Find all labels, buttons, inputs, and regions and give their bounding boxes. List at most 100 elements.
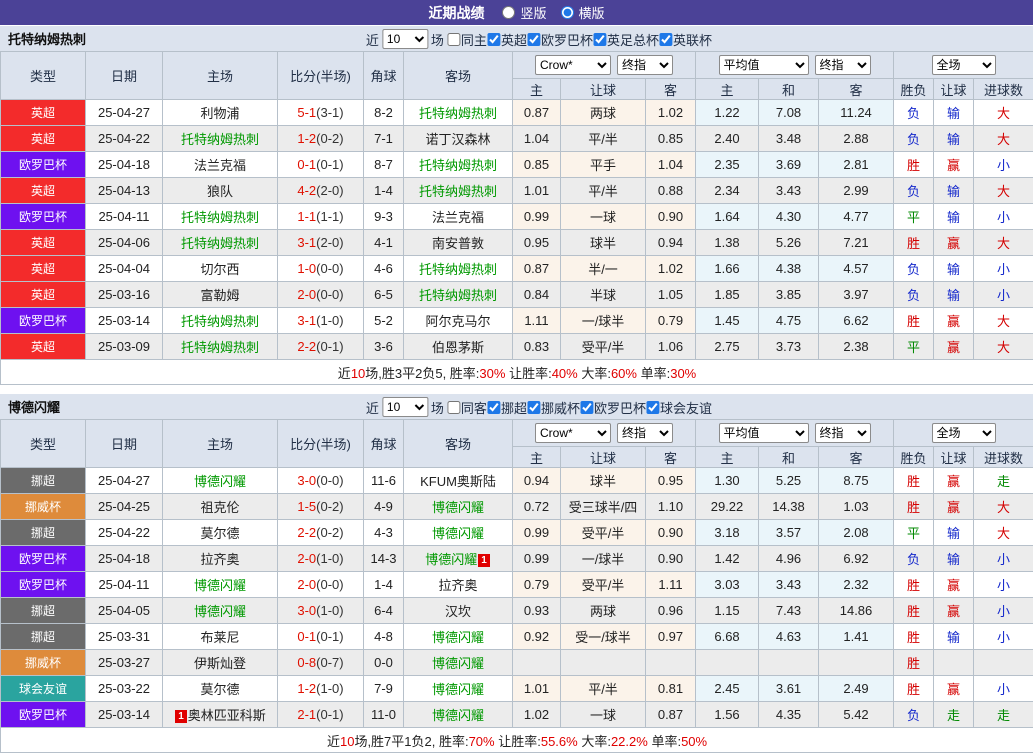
match-row: 挪超25-04-05博德闪耀3-0(1-0)6-4汉坎0.93两球0.961.1… (1, 598, 1033, 624)
corner-score: 4-3 (364, 520, 404, 546)
summary-text: 让胜率: (505, 366, 551, 381)
layout-horizontal-radio[interactable] (561, 6, 574, 19)
full-time-score: 2-0 (297, 551, 316, 566)
home-team-name: 切尔西 (200, 262, 239, 277)
match-score: 4-2(2-0) (278, 178, 364, 204)
handicap-line: 平/半 (561, 676, 646, 702)
handicap-line: 平手 (561, 152, 646, 178)
full-time-score: 2-0 (297, 287, 316, 302)
home-team-name: 利物浦 (200, 106, 239, 121)
handicap-home-odds: 0.92 (513, 624, 561, 650)
match-date: 25-04-22 (86, 520, 163, 546)
league-filter-checkbox[interactable] (593, 33, 606, 46)
result-goals: 小 (974, 624, 1033, 650)
avg-away-odds: 6.92 (819, 546, 894, 572)
sub-col-header-7: 让球 (934, 447, 974, 468)
league-filter-checkbox[interactable] (659, 33, 672, 46)
handicap-line: 球半 (561, 468, 646, 494)
league-badge: 欧罗巴杯 (1, 546, 86, 572)
final-odds-select[interactable]: 终指 (617, 55, 673, 75)
col-header-away: 客场 (404, 420, 513, 468)
avg-home-odds: 6.68 (696, 624, 759, 650)
handicap-line: 受平/半 (561, 334, 646, 360)
layout-vertical-radio[interactable] (502, 6, 515, 19)
final-odds-select[interactable]: 终指 (617, 423, 673, 443)
full-match-select[interactable]: 全场 (932, 423, 996, 443)
sub-col-header-6: 胜负 (894, 447, 934, 468)
match-score: 0-8(0-7) (278, 650, 364, 676)
league-filter-checkbox[interactable] (580, 401, 593, 414)
avg-draw-odds: 4.35 (759, 702, 819, 728)
half-time-score: (0-0) (316, 261, 343, 276)
avg-draw-odds: 4.63 (759, 624, 819, 650)
result-handicap: 走 (934, 702, 974, 728)
away-team: 法兰克福 (404, 204, 513, 230)
result-outcome: 胜 (894, 308, 934, 334)
handicap-home-odds: 0.94 (513, 468, 561, 494)
same-venue-checkbox[interactable] (447, 401, 460, 414)
avg-away-odds: 14.86 (819, 598, 894, 624)
league-filter-checkbox[interactable] (646, 401, 659, 414)
same-venue-checkbox[interactable] (447, 33, 460, 46)
avg-draw-odds: 3.48 (759, 126, 819, 152)
league-filter-checkbox[interactable] (527, 401, 540, 414)
away-team: 博德闪耀1 (404, 546, 513, 572)
avg-home-odds: 1.15 (696, 598, 759, 624)
half-time-score: (0-1) (316, 707, 343, 722)
avg-home-odds: 3.18 (696, 520, 759, 546)
handicap-away-odds: 0.97 (646, 624, 696, 650)
layout-toggle: 竖版横版 (488, 3, 604, 22)
away-team: 博德闪耀 (404, 676, 513, 702)
sub-col-header-5: 客 (819, 79, 894, 100)
crow-odds-select[interactable]: Crow* (535, 55, 611, 75)
result-handicap: 赢 (934, 572, 974, 598)
filter-bar: 近10场同客挪超挪威杯欧罗巴杯球会友谊 (363, 394, 712, 420)
avg-odds-select[interactable]: 平均值 (719, 423, 809, 443)
match-count-select[interactable]: 10 (382, 397, 428, 417)
result-goals: 大 (974, 520, 1033, 546)
league-badge: 欧罗巴杯 (1, 308, 86, 334)
handicap-line: 半/一 (561, 256, 646, 282)
away-team: 汉坎 (404, 598, 513, 624)
result-outcome: 负 (894, 546, 934, 572)
handicap-away-odds: 1.02 (646, 256, 696, 282)
handicap-line: 受三球半/四 (561, 494, 646, 520)
handicap-away-odds: 0.79 (646, 308, 696, 334)
home-team-name: 托特纳姆热刺 (181, 314, 259, 329)
home-team: 利物浦 (163, 100, 278, 126)
league-filter-label: 英联杯 (673, 30, 712, 49)
league-filter-checkbox[interactable] (527, 33, 540, 46)
result-handicap: 赢 (934, 676, 974, 702)
match-row: 英超25-04-04切尔西1-0(0-0)4-6托特纳姆热刺0.87半/一1.0… (1, 256, 1033, 282)
handicap-home-odds: 0.93 (513, 598, 561, 624)
full-match-header: 全场 (894, 420, 1033, 447)
away-team-name: 拉齐奥 (438, 578, 477, 593)
league-badge: 球会友谊 (1, 676, 86, 702)
home-team: 托特纳姆热刺 (163, 204, 278, 230)
avg-final-select[interactable]: 终指 (815, 55, 871, 75)
half-time-score: (2-0) (316, 183, 343, 198)
handicap-home-odds: 0.83 (513, 334, 561, 360)
result-outcome: 平 (894, 334, 934, 360)
result-handicap: 赢 (934, 152, 974, 178)
away-team: 托特纳姆热刺 (404, 152, 513, 178)
match-count-select[interactable]: 10 (382, 29, 428, 49)
avg-home-odds: 1.42 (696, 546, 759, 572)
full-match-select[interactable]: 全场 (932, 55, 996, 75)
match-date: 25-04-05 (86, 598, 163, 624)
avg-home-odds: 1.45 (696, 308, 759, 334)
half-time-score: (0-1) (316, 629, 343, 644)
crow-odds-select[interactable]: Crow* (535, 423, 611, 443)
near-label: 近 (366, 398, 379, 417)
match-score: 2-1(0-1) (278, 702, 364, 728)
handicap-line: 两球 (561, 598, 646, 624)
avg-odds-select[interactable]: 平均值 (719, 55, 809, 75)
league-filter-checkbox[interactable] (487, 33, 500, 46)
result-goals: 小 (974, 572, 1033, 598)
avg-away-odds: 1.03 (819, 494, 894, 520)
home-team: 托特纳姆热刺 (163, 334, 278, 360)
home-team: 布莱尼 (163, 624, 278, 650)
league-filter-checkbox[interactable] (487, 401, 500, 414)
avg-final-select[interactable]: 终指 (815, 423, 871, 443)
away-team: 托特纳姆热刺 (404, 282, 513, 308)
